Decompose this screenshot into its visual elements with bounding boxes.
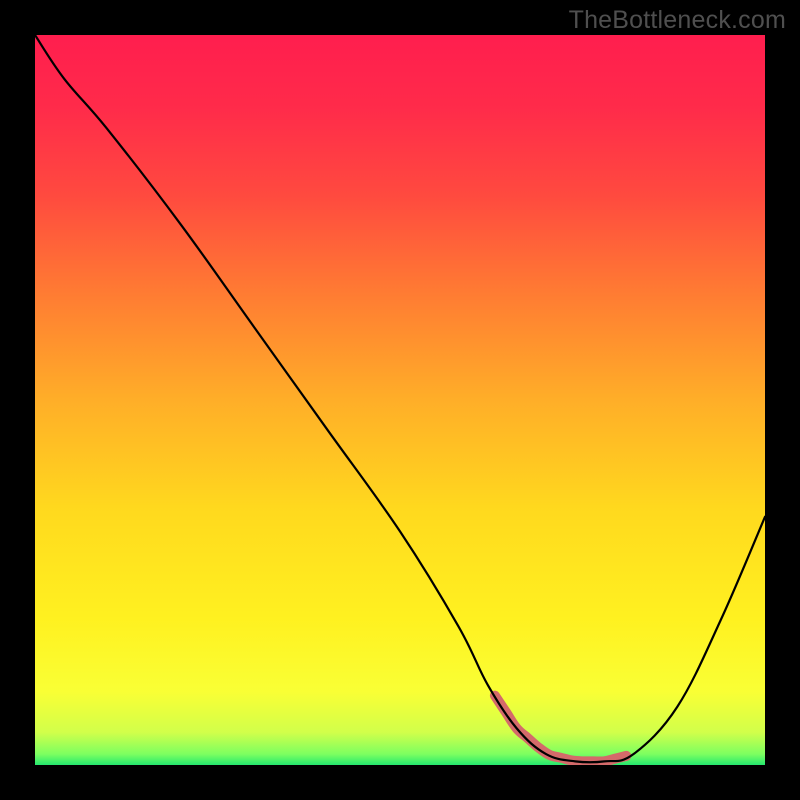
bottleneck-curve [35, 35, 765, 762]
watermark-text: TheBottleneck.com [569, 6, 786, 35]
accent-segment [495, 696, 626, 762]
plot-area [35, 35, 765, 765]
curve-layer [35, 35, 765, 765]
chart-frame: TheBottleneck.com [0, 0, 800, 800]
